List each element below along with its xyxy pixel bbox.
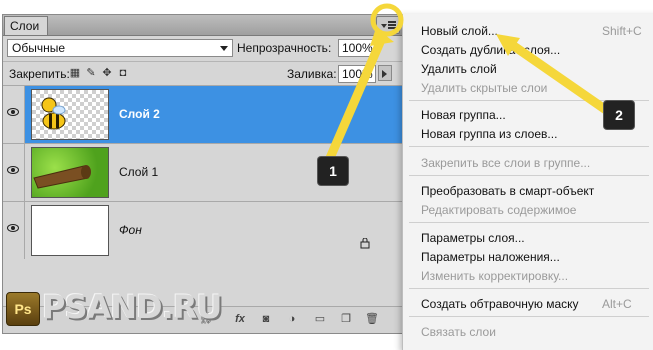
panel-context-menu: Новый слой... Shift+C Создать дубликат с… (402, 14, 653, 350)
step-badge-2: 2 (604, 101, 634, 129)
fill-label: Заливка: (287, 67, 337, 81)
menu-item-edit-contents: Редактировать содержимое (421, 203, 577, 217)
layer-thumbnail (31, 205, 109, 256)
menu-item-smart-object[interactable]: Преобразовать в смарт-объект (421, 184, 594, 198)
menu-separator (409, 222, 649, 223)
menu-item-blending-options[interactable]: Параметры наложения... (421, 250, 560, 264)
menu-item-group-from-layers[interactable]: Новая группа из слоев... (421, 127, 557, 141)
layer-name: Фон (119, 223, 142, 237)
visibility-eye-icon[interactable] (3, 202, 25, 259)
fill-stepper[interactable] (378, 65, 392, 81)
menu-item-layer-properties[interactable]: Параметры слоя... (421, 231, 525, 245)
layer-thumbnail (31, 89, 109, 140)
lock-move-icon[interactable]: ✥ (101, 67, 113, 79)
chevron-down-icon (220, 46, 228, 51)
menu-item-delete-hidden: Удалить скрытые слои (421, 81, 548, 95)
panel-menu-icon[interactable] (376, 16, 400, 34)
shortcut-clipping-mask: Alt+C (602, 297, 632, 311)
opacity-label: Непрозрачность: (237, 41, 332, 55)
adjustment-icon[interactable]: ◑ (285, 313, 299, 326)
logo-mark-icon: Ps (6, 292, 40, 326)
menu-item-new-group[interactable]: Новая группа... (421, 108, 506, 122)
blend-mode-select[interactable]: Обычные (7, 39, 233, 57)
layer-name: Слой 1 (119, 165, 159, 179)
bee-icon (41, 97, 66, 130)
trash-icon[interactable]: 🗑 (365, 313, 379, 326)
log-icon (33, 165, 91, 189)
tab-layers[interactable]: Слои (4, 16, 48, 35)
logo-text: PSAND.RU (42, 288, 222, 326)
menu-item-lock-group-layers: Закрепить все слои в группе... (421, 156, 591, 170)
step-badge-1: 1 (318, 157, 348, 185)
lock-all-icon[interactable]: ◘ (117, 67, 129, 79)
visibility-eye-icon[interactable] (3, 86, 25, 143)
layer-row[interactable]: Слой 2 (3, 85, 403, 143)
opacity-input[interactable]: 100% (338, 39, 376, 57)
menu-item-edit-adjustment: Изменить корректировку... (421, 269, 569, 283)
layer-row[interactable]: Фон (3, 201, 403, 259)
layer-name: Слой 2 (119, 107, 160, 121)
visibility-eye-icon[interactable] (3, 144, 25, 201)
lock-brush-icon[interactable]: ✎ (85, 67, 97, 79)
new-layer-icon[interactable]: ❐ (339, 313, 353, 326)
lock-transparency-icon[interactable]: ▦ (69, 67, 81, 79)
layer-thumbnail (31, 147, 109, 198)
lock-fill-row: Закрепить: ▦ ✎ ✥ ◘ Заливка: 100% (3, 61, 406, 86)
menu-item-clipping-mask[interactable]: Создать обтравочную маску (421, 297, 579, 311)
menu-item-new-layer[interactable]: Новый слой... (421, 24, 498, 38)
menu-item-link-layers: Связать слои (421, 325, 496, 339)
group-folder-icon[interactable]: ▭ (313, 313, 327, 326)
menu-item-duplicate-layer[interactable]: Создать дубликат слоя... (421, 43, 560, 57)
menu-separator (409, 288, 649, 289)
menu-separator (409, 146, 649, 147)
menu-item-delete-layer[interactable]: Удалить слой (421, 62, 497, 76)
menu-separator (409, 175, 649, 176)
fx-icon[interactable]: fx (233, 313, 247, 326)
lock-label: Закрепить: (9, 67, 70, 81)
blend-mode-value: Обычные (12, 41, 66, 55)
shortcut-new-layer: Shift+C (602, 24, 642, 38)
lock-icon (360, 237, 370, 252)
panel-tab-bar: Слои (3, 15, 406, 36)
fill-input[interactable]: 100% (338, 65, 376, 83)
mask-icon[interactable]: ◙ (259, 313, 273, 326)
menu-separator (409, 316, 649, 317)
